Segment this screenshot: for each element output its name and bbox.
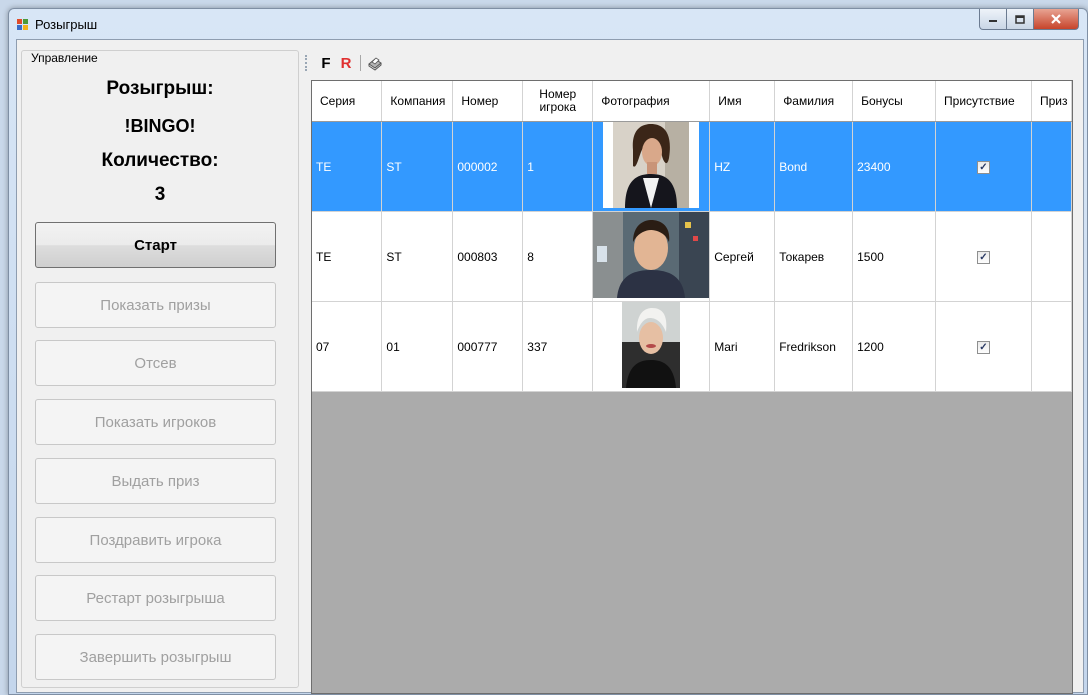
window-title: Розыгрыш	[35, 17, 98, 32]
main-window: Розыгрыш Управление Розыгрыш: !BINGO! Ко…	[8, 8, 1088, 695]
photo-cell[interactable]	[592, 121, 711, 212]
bonus-cell[interactable]: 1500	[852, 211, 937, 302]
players-grid: Серия Компания Номер Номер игрока Фотогр…	[311, 80, 1073, 694]
count-label: Количество:	[101, 150, 219, 171]
number-cell[interactable]: 000777	[452, 301, 524, 392]
column-header[interactable]: Приз	[1031, 81, 1072, 122]
show-players-button[interactable]: Показать игроков	[35, 399, 276, 445]
presence-checkbox[interactable]: ✓	[976, 341, 990, 354]
bonus-cell[interactable]: 1200	[852, 301, 937, 392]
player-number-cell[interactable]: 337	[522, 301, 594, 392]
photo-cell[interactable]	[592, 211, 711, 302]
screening-button[interactable]: Отсев	[35, 340, 276, 386]
column-header[interactable]: Фотография	[592, 81, 711, 122]
close-icon	[1051, 14, 1061, 24]
presence-cell[interactable]: ✓	[935, 121, 1032, 212]
presence-cell[interactable]: ✓	[935, 211, 1032, 302]
minimize-icon	[989, 20, 997, 22]
first-name-cell[interactable]: HZ	[709, 121, 776, 212]
table-row[interactable]: TE ST 000002 1 HZ Bond 23400 ✓	[312, 121, 1072, 212]
series-cell[interactable]: TE	[312, 211, 383, 302]
last-name-cell[interactable]: Bond	[774, 121, 854, 212]
printer-icon	[368, 57, 382, 71]
number-cell[interactable]: 000002	[452, 121, 524, 212]
toolbar: F R	[305, 52, 385, 74]
series-cell[interactable]: 07	[312, 301, 383, 392]
restart-button[interactable]: Рестарт розыгрыша	[35, 575, 276, 621]
players-table: Серия Компания Номер Номер игрока Фотогр…	[312, 81, 1072, 392]
last-name-cell[interactable]: Fredrikson	[774, 301, 854, 392]
last-name-cell[interactable]: Токарев	[774, 211, 854, 302]
maximize-icon	[1015, 14, 1025, 24]
header-row: Серия Компания Номер Номер игрока Фотогр…	[312, 81, 1072, 122]
draw-label: Розыгрыш:	[106, 78, 214, 99]
toolbar-grip[interactable]	[305, 55, 310, 71]
column-header[interactable]: Номер	[452, 81, 524, 122]
give-prize-button[interactable]: Выдать приз	[35, 458, 276, 504]
prize-cell[interactable]	[1031, 211, 1072, 302]
player-number-cell[interactable]: 1	[522, 121, 594, 212]
first-name-cell[interactable]: Сергей	[709, 211, 776, 302]
column-header[interactable]: Имя	[709, 81, 776, 122]
bonus-cell[interactable]: 23400	[852, 121, 937, 212]
f-button[interactable]: F	[316, 53, 336, 73]
app-icon	[17, 19, 29, 31]
start-button[interactable]: Старт	[35, 222, 276, 268]
toolbar-separator	[360, 55, 361, 71]
series-cell[interactable]: TE	[312, 121, 383, 212]
player-photo	[622, 302, 681, 388]
player-photo	[593, 212, 710, 298]
column-header[interactable]: Серия	[312, 81, 383, 122]
column-header[interactable]: Присутствие	[935, 81, 1032, 122]
close-button[interactable]	[1033, 9, 1079, 30]
player-number-cell[interactable]: 8	[522, 211, 594, 302]
presence-cell[interactable]: ✓	[935, 301, 1032, 392]
presence-checkbox[interactable]: ✓	[976, 161, 990, 174]
title-bar[interactable]: Розыгрыш	[9, 9, 1087, 39]
client-area: Управление Розыгрыш: !BINGO! Количество:…	[16, 39, 1084, 694]
column-header[interactable]: Бонусы	[852, 81, 937, 122]
column-header[interactable]: Фамилия	[774, 81, 854, 122]
company-cell[interactable]: ST	[381, 121, 454, 212]
table-row[interactable]: TE ST 000803 8 Сергей Токарев 1500 ✓	[312, 211, 1072, 302]
r-button[interactable]: R	[336, 53, 356, 73]
column-header[interactable]: Номер игрока	[522, 81, 594, 122]
photo-cell[interactable]	[592, 301, 711, 392]
minimize-button[interactable]	[979, 9, 1007, 30]
print-button[interactable]	[365, 53, 385, 73]
presence-checkbox[interactable]: ✓	[976, 251, 990, 264]
prize-cell[interactable]	[1031, 121, 1072, 212]
company-cell[interactable]: 01	[381, 301, 454, 392]
group-legend: Управление	[29, 51, 100, 65]
prize-cell[interactable]	[1031, 301, 1072, 392]
player-photo	[603, 122, 700, 208]
number-cell[interactable]: 000803	[452, 211, 524, 302]
table-row[interactable]: 07 01 000777 337 Mari Fredrikson 1200 ✓	[312, 301, 1072, 392]
congratulate-button[interactable]: Поздравить игрока	[35, 517, 276, 563]
column-header[interactable]: Компания	[381, 81, 454, 122]
show-prizes-button[interactable]: Показать призы	[35, 282, 276, 328]
finish-button[interactable]: Завершить розыгрыш	[35, 634, 276, 680]
draw-name: !BINGO!	[124, 116, 196, 136]
company-cell[interactable]: ST	[381, 211, 454, 302]
count-value: 3	[154, 184, 166, 205]
maximize-button[interactable]	[1006, 9, 1034, 30]
first-name-cell[interactable]: Mari	[709, 301, 776, 392]
